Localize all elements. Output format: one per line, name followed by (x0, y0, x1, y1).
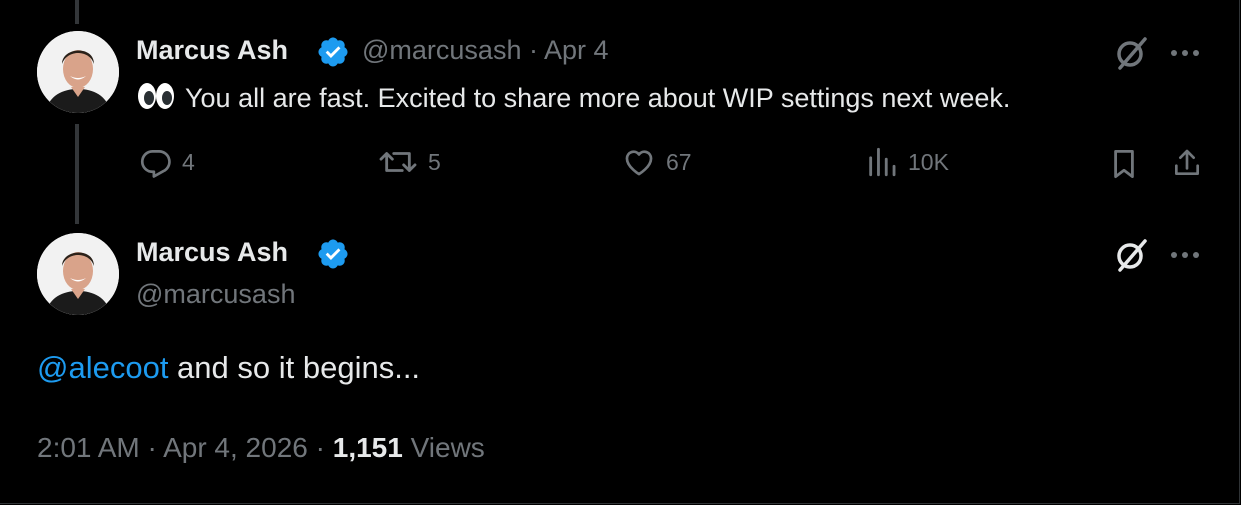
verified-badge-icon (318, 37, 348, 67)
tweet-text: You all are fast. Excited to share more … (137, 82, 1010, 117)
views-button[interactable]: 10K (864, 145, 949, 179)
tweet-body: and so it begins... (168, 350, 421, 385)
author-name[interactable]: Marcus Ash (136, 35, 288, 66)
avatar[interactable] (37, 31, 119, 113)
views-count: 10K (908, 148, 949, 175)
author-handle[interactable]: @marcusash (136, 279, 295, 310)
grok-icon[interactable] (1108, 33, 1154, 73)
more-options-icon[interactable] (1166, 38, 1206, 68)
verified-badge-icon (318, 239, 348, 269)
like-button[interactable]: 67 (620, 145, 692, 179)
reply-count: 4 (182, 148, 195, 175)
like-count: 67 (666, 148, 692, 175)
repost-count: 5 (428, 148, 441, 175)
tweet-date[interactable]: Apr 4, 2026 (163, 432, 308, 463)
reply-button[interactable]: 4 (138, 145, 195, 179)
repost-icon (379, 152, 417, 172)
author-handle[interactable]: @marcusash (362, 35, 521, 65)
separator: · (147, 432, 157, 463)
author-name[interactable]: Marcus Ash (136, 237, 288, 268)
tweet-text: @alecoot and so it begins... (37, 350, 420, 386)
grok-icon[interactable] (1108, 235, 1154, 275)
tweet-time[interactable]: 2:01 AM (37, 432, 140, 463)
reply-icon (140, 150, 171, 178)
tweet-body: You all are fast. Excited to share more … (185, 83, 1011, 113)
tweet-date[interactable]: Apr 4 (544, 35, 609, 65)
views-count: 1,151 (332, 432, 403, 463)
bookmark-icon[interactable] (1104, 146, 1144, 182)
heart-icon (625, 150, 653, 176)
avatar[interactable] (37, 233, 119, 315)
share-icon[interactable] (1168, 145, 1206, 181)
analytics-icon (869, 147, 896, 177)
author-handle-date: @marcusash · Apr 4 (362, 35, 609, 66)
separator: · (528, 35, 538, 65)
eyes-emoji-icon (137, 82, 175, 117)
tweet-timestamp: 2:01 AM · Apr 4, 2026 · 1,151 Views (37, 432, 485, 464)
mention-link[interactable]: @alecoot (37, 350, 168, 385)
separator: · (315, 432, 325, 463)
more-options-icon[interactable] (1166, 240, 1206, 270)
views-label: Views (410, 432, 485, 463)
repost-button[interactable]: 5 (376, 145, 441, 179)
thread-connector-line (75, 124, 79, 224)
thread-connector-line (75, 0, 79, 24)
